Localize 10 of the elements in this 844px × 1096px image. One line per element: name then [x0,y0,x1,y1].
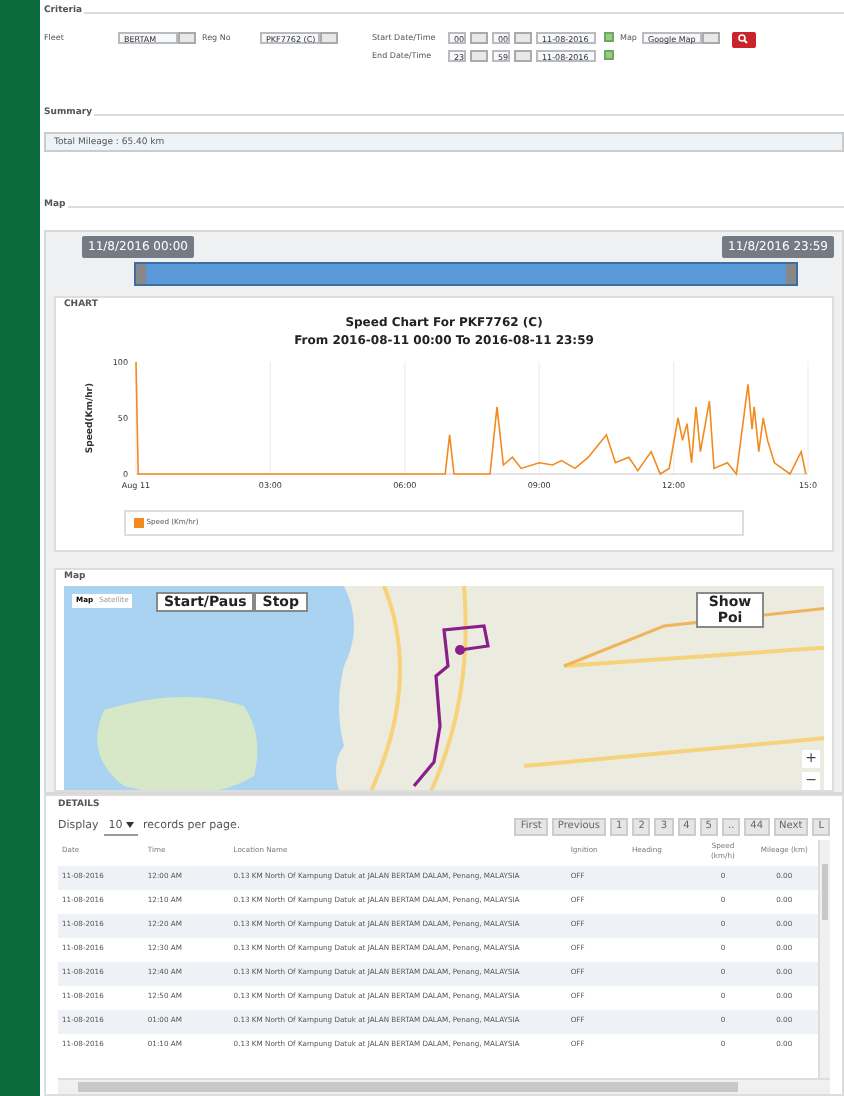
picker-button[interactable] [320,31,338,44]
vertical-scrollbar[interactable] [818,839,830,1078]
slider-handle[interactable] [786,263,796,284]
search-button[interactable] [731,31,755,48]
picker-button[interactable] [178,31,196,44]
horizontal-scrollbar[interactable] [58,1078,830,1094]
slider-handle[interactable] [136,263,146,284]
search-icon [738,34,748,45]
picker-button[interactable] [702,31,720,44]
caret-icon [125,822,134,829]
